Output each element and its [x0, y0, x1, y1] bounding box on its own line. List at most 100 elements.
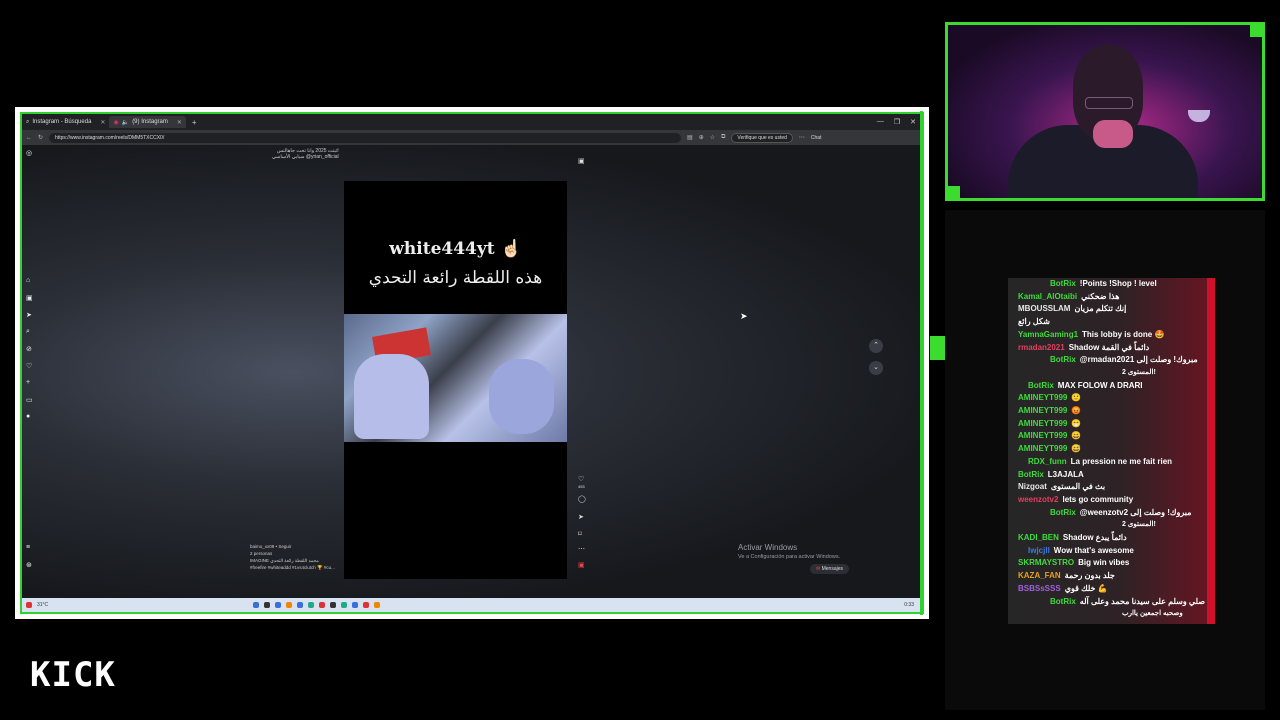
- extensions-icon[interactable]: ⧉: [721, 134, 725, 141]
- chat-message: KADI_BEN Shadow دائماً يبدع: [1008, 532, 1215, 545]
- chat-message: AMINEYT999 😁: [1008, 418, 1215, 431]
- chat-username[interactable]: KADI_BEN: [1018, 533, 1059, 542]
- chat-message: BotRix L3AJALA: [1008, 469, 1215, 482]
- maximize-button[interactable]: ❐: [894, 118, 900, 126]
- chat-username[interactable]: Kamal_AlOtaibi: [1018, 292, 1077, 301]
- url-input[interactable]: https://www.instagram.com/reels/DMM5TXCC…: [49, 132, 682, 143]
- close-window-button[interactable]: ✕: [910, 118, 916, 126]
- chat-username[interactable]: YamnaGaming1: [1018, 330, 1078, 339]
- instagram-page: ◎ ⌂ ▣ ➤ ⌕ ⊘ ♡ + ▭ ● ≡ ⊛ اثبتت 2025 وانا …: [22, 145, 922, 598]
- start-icon[interactable]: [253, 602, 260, 608]
- back-icon[interactable]: ←: [26, 135, 32, 141]
- close-icon[interactable]: ✕: [177, 119, 182, 126]
- audio-track-icon[interactable]: ▣: [578, 561, 585, 569]
- chat-username[interactable]: AMINEYT999: [1018, 406, 1067, 415]
- chat-text: بث في المستوى: [1050, 482, 1106, 492]
- chat-username[interactable]: weenzotv2: [1018, 495, 1058, 504]
- messages-pill[interactable]: ✉ Mensajes: [810, 564, 849, 574]
- instagram-icon: ◉: [113, 119, 119, 126]
- chat-username[interactable]: BotRix: [1050, 355, 1076, 364]
- reel-video[interactable]: white444yt ☝🏻 هذه اللقطة رائعة التحدي: [344, 181, 567, 579]
- tab-instagram[interactable]: ◉ 🔈 (9) Instagram ✕: [109, 116, 186, 128]
- chat-username[interactable]: rmadan2021: [1018, 343, 1065, 352]
- chat-username[interactable]: BotRix: [1050, 597, 1076, 606]
- taskview-icon[interactable]: [275, 602, 282, 608]
- heart-icon[interactable]: ♡: [26, 362, 32, 370]
- chat-username[interactable]: Nizgoat: [1018, 482, 1047, 491]
- more-options-icon[interactable]: ⋯: [578, 545, 585, 553]
- chat-message: BotRix !Points !Shop ! level: [1008, 278, 1215, 291]
- chat-username[interactable]: RDX_funn: [1028, 457, 1067, 466]
- windows-taskbar: 31°C 0:33: [22, 598, 922, 612]
- star-icon[interactable]: ☆: [710, 134, 715, 141]
- create-icon[interactable]: +: [26, 379, 30, 386]
- copilot-chat-button[interactable]: Chat: [811, 135, 822, 141]
- more-icon[interactable]: ⋯: [799, 134, 805, 141]
- chat-username[interactable]: BotRix: [1050, 279, 1076, 288]
- activate-title: Activar Windows: [738, 543, 798, 552]
- share-icon[interactable]: ➤: [578, 513, 584, 521]
- verify-button[interactable]: Verifique que es usted: [731, 132, 793, 143]
- chat-username[interactable]: AMINEYT999: [1018, 431, 1067, 440]
- window-controls: — ❐ ✕: [877, 118, 922, 126]
- chat-username[interactable]: BSBSsSSS: [1018, 584, 1061, 593]
- chat-username[interactable]: Iwjcjll: [1028, 546, 1050, 555]
- chat-text: إنك تتكلم مزيان: [1074, 304, 1127, 314]
- new-tab-button[interactable]: +: [186, 118, 203, 127]
- tab-instagram-search[interactable]: ⌕ Instagram - Búsqueda ✕: [22, 116, 109, 128]
- close-icon[interactable]: ✕: [100, 119, 105, 126]
- app-icon[interactable]: [308, 602, 315, 608]
- chat-text: Big win vibes: [1078, 558, 1130, 568]
- app-icon[interactable]: [352, 602, 359, 608]
- zoom-icon[interactable]: ⊕: [699, 134, 704, 141]
- search-icon[interactable]: ⌕: [26, 328, 30, 336]
- instagram-logo-icon[interactable]: ◎: [26, 149, 32, 157]
- chat-message: YamnaGaming1 This lobby is done 🤩: [1008, 329, 1215, 342]
- minimize-button[interactable]: —: [877, 118, 884, 126]
- like-icon[interactable]: ♡: [578, 475, 584, 483]
- chat-text-continued: المستوى 2!: [1122, 368, 1156, 376]
- chat-message: AMINEYT999 🙂: [1008, 392, 1215, 405]
- chat-message: RDX_funn La pression ne me fait rien: [1008, 456, 1215, 469]
- search-icon[interactable]: [264, 602, 271, 608]
- messages-icon[interactable]: ➤: [26, 311, 32, 319]
- game-character: [489, 359, 554, 434]
- meta-icon[interactable]: ⊛: [26, 561, 32, 569]
- tab-label: Instagram - Búsqueda: [32, 119, 92, 125]
- app-icon[interactable]: [363, 602, 370, 608]
- chat-username[interactable]: AMINEYT999: [1018, 393, 1067, 402]
- app-icon[interactable]: [330, 602, 337, 608]
- chat-username[interactable]: BotRix: [1028, 381, 1054, 390]
- author-name[interactable]: baimo_xx09 • Seguir: [250, 543, 335, 550]
- weather-icon[interactable]: [26, 602, 32, 608]
- chat-text: Shadow دائماً يبدع: [1062, 533, 1127, 543]
- lamp: [1188, 110, 1210, 122]
- chat-username[interactable]: BotRix: [1050, 508, 1076, 517]
- app-icon[interactable]: [374, 602, 381, 608]
- next-reel-button[interactable]: ⌄: [869, 361, 883, 375]
- explorer-icon[interactable]: [286, 602, 293, 608]
- save-icon[interactable]: ⌑: [578, 530, 582, 538]
- reels-icon[interactable]: ▣: [26, 294, 33, 302]
- refresh-icon[interactable]: ↻: [38, 134, 43, 141]
- chat-text: 😅: [1071, 444, 1082, 454]
- app-icon[interactable]: [319, 602, 326, 608]
- chat-username[interactable]: SKRMAYSTRO: [1018, 558, 1074, 567]
- explore-icon[interactable]: ⊘: [26, 345, 32, 353]
- menu-icon[interactable]: ≡: [26, 544, 30, 551]
- previous-reel-button[interactable]: ⌃: [869, 339, 883, 353]
- read-mode-icon[interactable]: ▤: [687, 134, 693, 141]
- audio-icon[interactable]: ▣: [578, 157, 585, 165]
- app-icon[interactable]: [341, 602, 348, 608]
- chat-username[interactable]: KAZA_FAN: [1018, 571, 1061, 580]
- chat-username[interactable]: AMINEYT999: [1018, 444, 1067, 453]
- chat-username[interactable]: AMINEYT999: [1018, 419, 1067, 428]
- home-icon[interactable]: ⌂: [26, 277, 30, 284]
- edge-icon[interactable]: [297, 602, 304, 608]
- chat-username[interactable]: BotRix: [1018, 470, 1044, 479]
- browser-tab-bar: ⌕ Instagram - Búsqueda ✕ ◉ 🔈 (9) Instagr…: [22, 114, 922, 130]
- profile-avatar-icon[interactable]: ●: [26, 413, 30, 420]
- chat-username[interactable]: MBOUSSLAM: [1018, 304, 1070, 313]
- dashboard-icon[interactable]: ▭: [26, 396, 33, 404]
- comment-icon[interactable]: ◯: [578, 495, 586, 503]
